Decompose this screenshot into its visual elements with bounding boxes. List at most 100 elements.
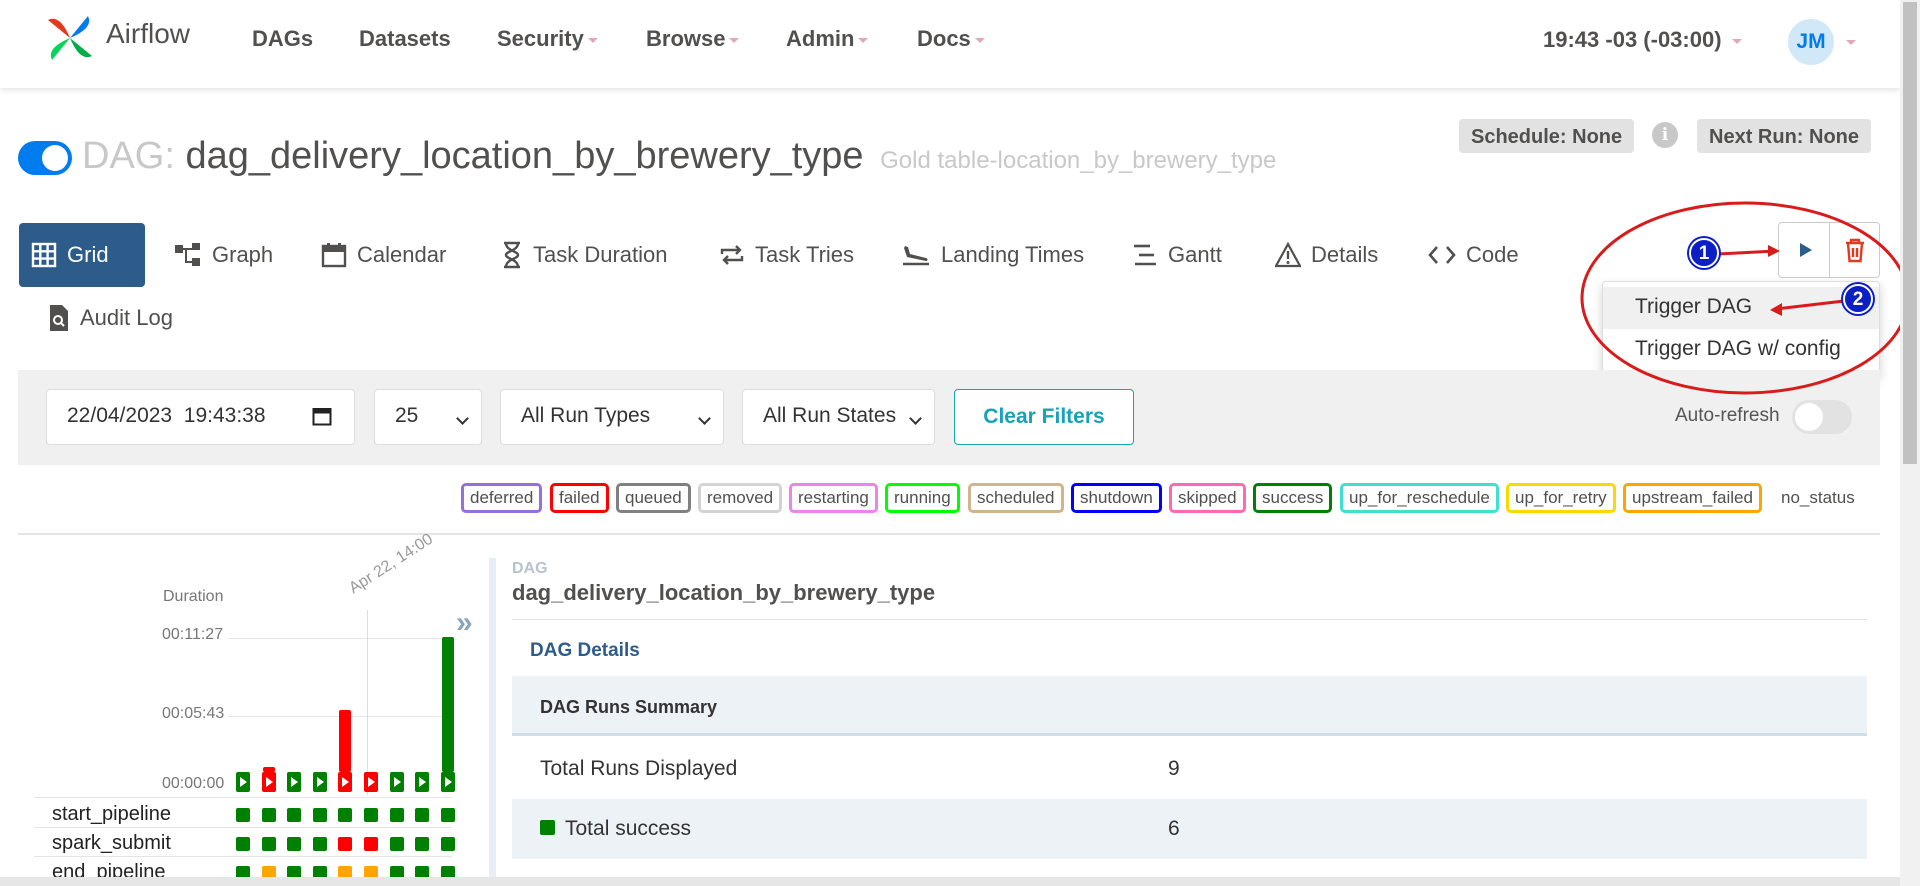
task-instance-cell[interactable] <box>287 808 301 822</box>
legend-restarting[interactable]: restarting <box>789 483 878 513</box>
tab-task-tries[interactable]: Task Tries <box>707 223 866 287</box>
dag-pause-toggle[interactable] <box>18 141 72 175</box>
run-button[interactable] <box>390 772 404 792</box>
tab-details[interactable]: Details <box>1263 223 1390 287</box>
collapse-details-icon[interactable]: » <box>456 606 473 640</box>
run-button[interactable] <box>338 772 352 792</box>
legend-success[interactable]: success <box>1253 483 1333 513</box>
chevron-down-icon <box>698 412 711 425</box>
legend-shutdown[interactable]: shutdown <box>1071 483 1162 513</box>
run-type-select[interactable]: All Run Types <box>500 389 724 445</box>
task-instance-cell[interactable] <box>287 837 301 851</box>
user-avatar[interactable]: JM <box>1788 19 1834 65</box>
nav-datasets[interactable]: Datasets <box>359 26 451 52</box>
scrollbar-thumb[interactable] <box>1903 2 1917 464</box>
legend-up-for-retry[interactable]: up_for_retry <box>1506 483 1616 513</box>
nav-security[interactable]: Security <box>497 26 598 52</box>
task-instance-cell[interactable] <box>390 837 404 851</box>
info-icon[interactable]: i <box>1652 122 1678 148</box>
task-instance-cell[interactable] <box>415 808 429 822</box>
panel-kind-label: DAG <box>512 560 548 577</box>
task-instance-cell[interactable] <box>364 808 378 822</box>
graph-icon <box>175 243 200 266</box>
legend-running[interactable]: running <box>885 483 960 513</box>
task-instance-cell[interactable] <box>338 837 352 851</box>
legend-skipped[interactable]: skipped <box>1169 483 1246 513</box>
tab-code[interactable]: Code <box>1416 223 1531 287</box>
tab-grid[interactable]: Grid <box>19 223 145 287</box>
calendar-icon[interactable] <box>312 406 332 426</box>
run-button[interactable] <box>364 772 378 792</box>
tab-landing-times[interactable]: Landing Times <box>889 223 1096 287</box>
run-button[interactable] <box>441 772 455 792</box>
top-navbar: Airflow DAGs Datasets Security Browse Ad… <box>0 0 1900 88</box>
tab-graph[interactable]: Graph <box>162 223 285 287</box>
task-instance-cell[interactable] <box>236 837 250 851</box>
user-menu-caret-icon[interactable] <box>1846 40 1856 45</box>
nav-admin[interactable]: Admin <box>786 26 869 52</box>
dag-details-link[interactable]: DAG Details <box>530 640 640 662</box>
run-state-select[interactable]: All Run States <box>742 389 935 445</box>
legend-failed[interactable]: failed <box>550 483 609 513</box>
brand-name: Airflow <box>106 18 191 49</box>
run-button[interactable] <box>236 772 250 792</box>
legend-up-for-reschedule[interactable]: up_for_reschedule <box>1340 483 1499 513</box>
run-button[interactable] <box>313 772 327 792</box>
calendar-icon <box>321 243 347 268</box>
legend-queued[interactable]: queued <box>616 483 691 513</box>
panel-divider[interactable] <box>489 558 496 886</box>
nav-dags[interactable]: DAGs <box>252 26 313 52</box>
delete-dag-button[interactable] <box>1830 223 1880 277</box>
auto-refresh-toggle[interactable] <box>1792 400 1852 434</box>
task-instance-cell[interactable] <box>313 837 327 851</box>
task-instance-cell[interactable] <box>262 808 276 822</box>
task-instance-cell[interactable] <box>441 837 455 851</box>
task-name[interactable]: start_pipeline <box>52 803 171 826</box>
dag-id: dag_delivery_location_by_brewery_type <box>185 135 864 177</box>
timezone-dropdown[interactable]: 19:43 -03 (-03:00) <box>1543 27 1742 53</box>
legend-scheduled[interactable]: scheduled <box>968 483 1064 513</box>
run-button[interactable] <box>415 772 429 792</box>
execution-date-input[interactable]: 22/04/2023 19:43:38 <box>46 389 355 445</box>
num-runs-select[interactable]: 25 <box>374 389 482 445</box>
task-instance-cell[interactable] <box>262 837 276 851</box>
task-instance-cell[interactable] <box>415 837 429 851</box>
menu-item-trigger-dag[interactable]: Trigger DAG <box>1603 287 1879 329</box>
dag-description: Gold table-location_by_brewery_type <box>880 147 1277 174</box>
run-duration-bar[interactable] <box>339 710 351 772</box>
tab-calendar[interactable]: Calendar <box>309 223 458 287</box>
legend-no-status[interactable]: no_status <box>1772 483 1864 513</box>
duration-tick-max: 00:11:27 <box>162 626 224 643</box>
task-name[interactable]: spark_submit <box>52 832 171 855</box>
run-button[interactable] <box>262 772 276 792</box>
run-button[interactable] <box>287 772 301 792</box>
play-icon <box>1800 243 1812 257</box>
nav-browse[interactable]: Browse <box>646 26 740 52</box>
task-instance-cell[interactable] <box>441 808 455 822</box>
caret-down-icon <box>729 37 740 43</box>
task-instance-cell[interactable] <box>364 837 378 851</box>
tab-gantt[interactable]: Gantt <box>1120 223 1234 287</box>
legend-deferred[interactable]: deferred <box>461 483 543 513</box>
row-divider <box>34 856 452 857</box>
task-instance-cell[interactable] <box>338 808 352 822</box>
task-instance-cell[interactable] <box>313 808 327 822</box>
airflow-logo-icon <box>48 16 92 60</box>
tab-audit-log[interactable]: Audit Log <box>36 286 185 350</box>
horizontal-scrollbar[interactable] <box>0 877 1900 886</box>
dag-action-buttons <box>1778 222 1880 278</box>
tab-task-duration[interactable]: Task Duration <box>489 223 680 287</box>
airflow-brand[interactable]: Airflow <box>40 8 190 68</box>
menu-item-trigger-dag-config[interactable]: Trigger DAG w/ config <box>1603 329 1879 371</box>
gridline <box>228 638 450 639</box>
task-instance-cell[interactable] <box>236 808 250 822</box>
table-row: Total Runs Displayed 9 <box>540 757 1180 780</box>
run-duration-bar[interactable] <box>442 637 454 772</box>
legend-removed[interactable]: removed <box>698 483 783 513</box>
task-instance-cell[interactable] <box>390 808 404 822</box>
vertical-scrollbar[interactable] <box>1900 0 1920 886</box>
trigger-dag-button[interactable] <box>1779 223 1830 277</box>
nav-docs[interactable]: Docs <box>917 26 985 52</box>
clear-filters-button[interactable]: Clear Filters <box>954 389 1134 445</box>
legend-upstream-failed[interactable]: upstream_failed <box>1623 483 1762 513</box>
